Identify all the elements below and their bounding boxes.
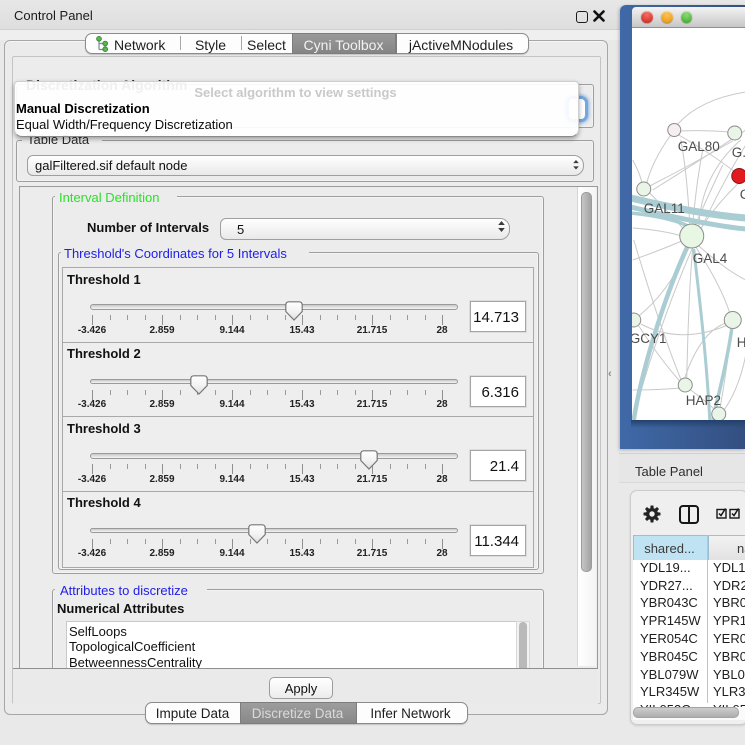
svg-text:H: H [736, 335, 745, 350]
svg-text:GAL80: GAL80 [677, 139, 719, 154]
svg-text:GCY1: GCY1 [632, 331, 667, 346]
svg-text:G.: G. [731, 145, 745, 160]
svg-text:GAL4: GAL4 [692, 251, 727, 266]
svg-text:HAP2: HAP2 [685, 393, 720, 408]
svg-text:GAL11: GAL11 [643, 201, 684, 216]
svg-text:C: C [739, 187, 745, 202]
